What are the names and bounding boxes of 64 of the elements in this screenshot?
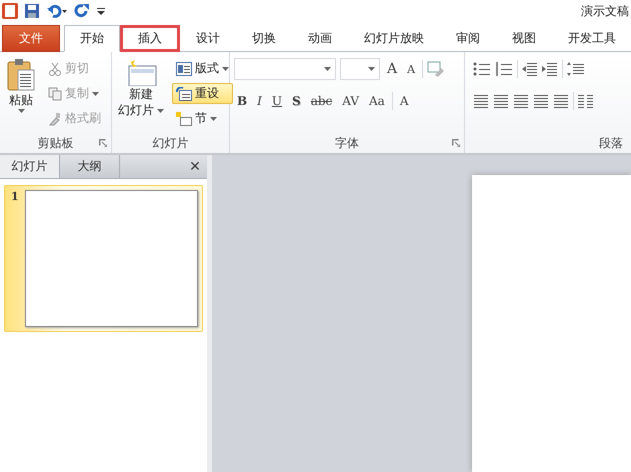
format-button[interactable]: B xyxy=(234,94,250,108)
decrease-indent-icon[interactable] xyxy=(522,62,538,76)
clipboard-icon[interactable] xyxy=(6,58,36,92)
align-center-icon[interactable] xyxy=(493,94,509,108)
reset-icon[interactable] xyxy=(176,86,192,100)
ribbon-tab[interactable]: 动画 xyxy=(292,25,348,52)
window-title: 演示文稿 xyxy=(581,2,629,20)
shrink-font-button[interactable]: A xyxy=(404,62,418,76)
format-button[interactable]: AV xyxy=(339,94,362,108)
align-left-icon[interactable] xyxy=(473,94,489,108)
close-button[interactable]: ✕ xyxy=(183,155,207,178)
ribbon-tab[interactable]: 开发工具 xyxy=(552,25,631,52)
save-icon[interactable] xyxy=(24,3,40,19)
paste-button[interactable]: 粘贴 xyxy=(4,56,38,133)
file-tab[interactable]: 文件 xyxy=(2,25,60,52)
ribbon-tab[interactable]: 插入 xyxy=(120,25,180,52)
distribute-icon[interactable] xyxy=(553,94,569,108)
caret-icon[interactable] xyxy=(368,67,375,71)
columns-icon[interactable] xyxy=(578,94,594,108)
numbered-list-icon[interactable] xyxy=(495,62,513,76)
caret-icon[interactable] xyxy=(222,66,229,70)
pane-tab[interactable]: 幻灯片 xyxy=(0,155,60,178)
new-slide-button[interactable]: 新建 幻灯片 xyxy=(116,56,166,133)
format-button[interactable]: A xyxy=(396,94,412,108)
caret-icon[interactable] xyxy=(157,108,164,112)
format-button[interactable]: S xyxy=(289,94,304,108)
dialog-launcher-icon[interactable] xyxy=(452,139,460,147)
ribbon-tab[interactable]: 设计 xyxy=(180,25,236,52)
slide-thumbnail-card[interactable]: 1 xyxy=(4,185,203,332)
undo-icon[interactable] xyxy=(46,3,68,19)
font-size-field[interactable] xyxy=(340,58,380,80)
app-logo-icon[interactable] xyxy=(2,3,18,19)
increase-indent-icon[interactable] xyxy=(542,62,558,76)
line-spacing-icon[interactable] xyxy=(567,62,585,76)
slide-command[interactable]: 重设 xyxy=(172,83,233,104)
pane-tab[interactable]: 大纲 xyxy=(60,155,120,178)
justify-icon[interactable] xyxy=(533,94,549,108)
group-label: 字体 xyxy=(335,134,359,152)
caret-icon[interactable] xyxy=(210,116,217,120)
section-icon[interactable] xyxy=(176,112,192,126)
group-label: 幻灯片 xyxy=(152,134,188,152)
caret-icon[interactable] xyxy=(324,67,331,71)
slide-command[interactable]: 节 xyxy=(172,108,233,129)
dialog-launcher-icon[interactable] xyxy=(99,139,107,147)
format-button[interactable]: U xyxy=(268,94,286,108)
group-label: 剪贴板 xyxy=(38,134,74,152)
format-button[interactable]: I xyxy=(254,94,265,108)
bullet-list-icon[interactable] xyxy=(473,62,491,76)
ribbon-tab[interactable]: 开始 xyxy=(64,25,120,52)
slide-number: 1 xyxy=(11,190,19,205)
font-name-field[interactable] xyxy=(234,58,336,80)
caret-icon[interactable] xyxy=(18,109,24,113)
ribbon-tab[interactable]: 切换 xyxy=(236,25,292,52)
align-right-icon[interactable] xyxy=(513,94,529,108)
ribbon-tab[interactable]: 审阅 xyxy=(440,25,496,52)
redo-icon[interactable] xyxy=(74,3,90,19)
format-button[interactable]: abc xyxy=(308,94,336,108)
grow-font-button[interactable]: A xyxy=(384,61,400,77)
layout-icon[interactable] xyxy=(176,62,192,76)
ribbon-tab[interactable]: 幻灯片放映 xyxy=(348,25,440,52)
ribbon-tab[interactable]: 视图 xyxy=(496,25,552,52)
group-label: 段落 xyxy=(599,134,623,152)
slide-command[interactable]: 版式 xyxy=(172,58,233,79)
format-button[interactable]: Aa xyxy=(366,94,388,108)
